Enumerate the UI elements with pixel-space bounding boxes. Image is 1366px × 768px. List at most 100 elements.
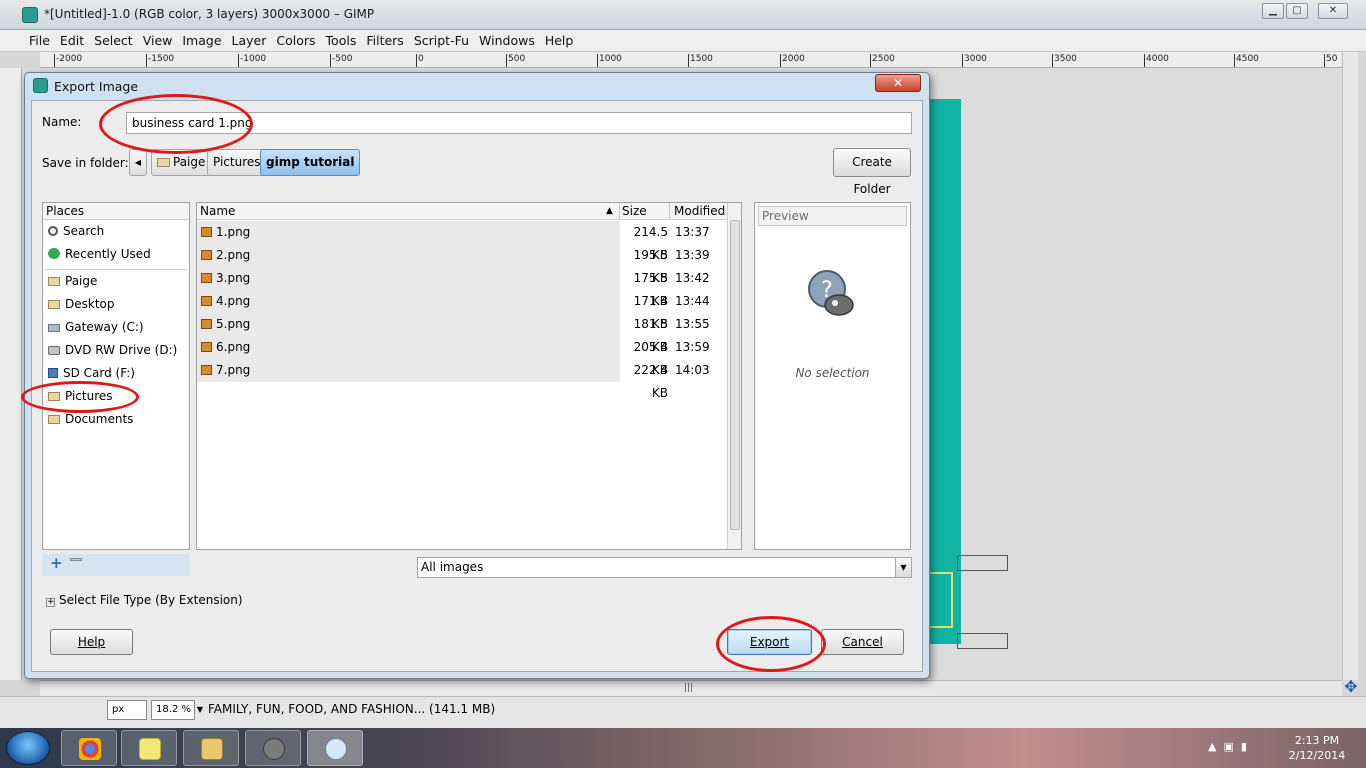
place-search[interactable]: Search (43, 220, 189, 243)
menu-windows[interactable]: Windows (476, 30, 542, 51)
cancel-button[interactable]: Cancel (821, 629, 904, 655)
column-name[interactable]: Name (200, 204, 235, 218)
chevron-down-icon[interactable]: ▼ (895, 558, 911, 577)
gimp-app-icon (22, 7, 38, 23)
png-file-icon (201, 296, 212, 306)
place-sd-card[interactable]: SD Card (F:) (43, 362, 189, 385)
system-tray[interactable]: ▲ ▣ ▮ (1208, 740, 1247, 753)
menu-layer[interactable]: Layer (229, 30, 274, 51)
breadcrumb-paige[interactable]: Paige (151, 149, 212, 176)
column-size[interactable]: Size (622, 204, 647, 218)
title-bar: *[Untitled]-1.0 (RGB color, 3 layers) 30… (0, 0, 1366, 30)
menu-edit[interactable]: Edit (57, 30, 91, 51)
add-bookmark-icon[interactable]: + (50, 554, 63, 572)
menu-view[interactable]: View (140, 30, 180, 51)
place-documents[interactable]: Documents (43, 408, 189, 431)
menu-file[interactable]: File (26, 30, 57, 51)
file-row[interactable]: 2.png 195.5 KB 13:39 (197, 244, 727, 285)
column-modified[interactable]: Modified (674, 204, 725, 218)
recent-icon (48, 248, 60, 259)
png-file-icon (201, 342, 212, 352)
vertical-ruler[interactable] (0, 68, 22, 680)
help-button[interactable]: Help (50, 629, 133, 655)
tray-clock[interactable]: 2:13 PM 2/12/2014 (1284, 733, 1350, 763)
dialog-title-bar[interactable]: Export Image ✕ (25, 73, 929, 99)
file-row[interactable]: 7.png 222.4 KB 14:03 (197, 359, 727, 400)
row-highlight (197, 221, 620, 244)
file-row[interactable]: 4.png 171.4 KB 13:44 (197, 290, 727, 331)
place-dvd-drive[interactable]: DVD RW Drive (D:) (43, 339, 189, 362)
menu-image[interactable]: Image (179, 30, 228, 51)
ruler-tick: 2000 (780, 54, 805, 67)
select-file-type-label: Select File Type (By Extension) (59, 593, 243, 607)
remove-bookmark-icon[interactable] (70, 558, 82, 561)
ruler-tick: 0 (416, 54, 424, 67)
file-row[interactable]: 1.png 214.5 KB 13:37 (197, 221, 727, 262)
minimize-button[interactable]: ▁ (1262, 3, 1284, 19)
menu-select[interactable]: Select (91, 30, 140, 51)
unit-select[interactable]: px (107, 700, 147, 720)
png-file-icon (201, 273, 212, 283)
ruler-tick: 4500 (1234, 54, 1259, 67)
file-list-scrollbar[interactable] (727, 203, 741, 549)
dialog-title: Export Image (54, 79, 139, 94)
place-gateway-c[interactable]: Gateway (C:) (43, 316, 189, 339)
taskbar-paint[interactable] (307, 730, 363, 766)
place-label: Documents (65, 412, 134, 426)
breadcrumb-back-button[interactable]: ◀ (129, 149, 147, 176)
column-separator (619, 203, 620, 220)
places-header[interactable]: Places (43, 203, 189, 220)
select-file-type-expander[interactable]: + Select File Type (By Extension) (46, 593, 243, 607)
start-button[interactable] (6, 731, 50, 765)
export-button[interactable]: Export (727, 629, 812, 655)
maximize-button[interactable]: ▢ (1286, 3, 1308, 19)
png-file-icon (201, 365, 212, 375)
window-title: *[Untitled]-1.0 (RGB color, 3 layers) 30… (44, 7, 375, 21)
zoom-field[interactable]: 18.2 % (151, 700, 195, 720)
navigate-icon[interactable]: ✥ (1342, 678, 1360, 696)
scrollbar-thumb[interactable] (730, 220, 740, 530)
selection-handle[interactable] (957, 633, 1008, 649)
place-recently-used[interactable]: Recently Used (43, 243, 189, 266)
file-filter-value: All images (421, 560, 484, 574)
horizontal-scrollbar[interactable]: ||| (40, 680, 1342, 696)
place-paige[interactable]: Paige (43, 270, 189, 293)
search-icon (48, 226, 58, 236)
place-label: Gateway (C:) (65, 320, 144, 334)
file-row[interactable]: 5.png 181.5 KB 13:55 (197, 313, 727, 354)
menu-script-fu[interactable]: Script-Fu (411, 30, 476, 51)
breadcrumb-pictures[interactable]: Pictures (207, 149, 267, 176)
menu-tools[interactable]: Tools (323, 30, 364, 51)
breadcrumb-label: Paige (173, 155, 206, 169)
preview-label[interactable]: Preview (758, 206, 907, 226)
taskbar-chrome[interactable] (61, 730, 117, 766)
chrome-icon (79, 738, 101, 760)
close-window-button[interactable]: ✕ (1318, 3, 1348, 19)
dialog-close-button[interactable]: ✕ (875, 74, 921, 92)
place-label: Search (63, 224, 105, 238)
create-folder-button[interactable]: Create Folder (833, 148, 911, 196)
horizontal-ruler[interactable]: -2000 -1500 -1000 -500 0 500 1000 1500 2… (40, 52, 1342, 68)
file-filter-select[interactable]: All images ▼ (417, 557, 912, 578)
row-highlight (197, 244, 620, 267)
breadcrumb-gimp-tutorial[interactable]: gimp tutorial (260, 149, 361, 176)
taskbar-explorer[interactable] (183, 730, 239, 766)
place-desktop[interactable]: Desktop (43, 293, 189, 316)
sort-ascending-icon[interactable]: ▲ (606, 206, 613, 216)
file-row[interactable]: 6.png 205.4 KB 13:59 (197, 336, 727, 377)
no-selection-text: No selection (795, 366, 870, 380)
taskbar-sticky-notes[interactable] (121, 730, 177, 766)
chevron-down-icon[interactable]: ▼ (195, 700, 205, 720)
row-highlight (197, 290, 620, 313)
vertical-scrollbar[interactable] (1342, 52, 1358, 680)
places-toolbar: + (42, 554, 190, 576)
taskbar-gimp[interactable] (245, 730, 301, 766)
place-pictures[interactable]: Pictures (43, 385, 189, 408)
file-row[interactable]: 3.png 175.5 KB 13:42 (197, 267, 727, 308)
folder-icon (48, 392, 60, 401)
menu-colors[interactable]: Colors (273, 30, 322, 51)
menu-filters[interactable]: Filters (363, 30, 410, 51)
menu-help[interactable]: Help (542, 30, 581, 51)
filename-input[interactable]: business card 1.png (126, 112, 912, 134)
selection-handle[interactable] (957, 555, 1008, 571)
